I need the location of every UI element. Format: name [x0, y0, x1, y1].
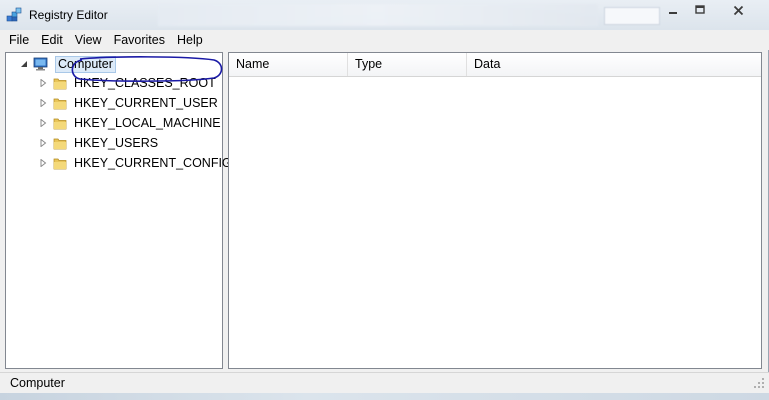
- values-list[interactable]: Name Type Data: [228, 52, 762, 369]
- background-window-blur: [158, 4, 598, 26]
- tree-item-label: HKEY_CLASSES_ROOT: [74, 76, 216, 90]
- tree-item-label: HKEY_CURRENT_CONFIG: [74, 156, 232, 170]
- background-search-blur: [604, 7, 660, 25]
- folder-icon: [53, 118, 67, 130]
- list-header: Name Type Data: [229, 53, 761, 77]
- tree-item-hkey-current-config[interactable]: HKEY_CURRENT_CONFIG: [38, 153, 232, 173]
- menu-edit[interactable]: Edit: [35, 30, 69, 50]
- close-button[interactable]: [718, 1, 758, 19]
- tree-expander[interactable]: [38, 118, 48, 128]
- tree-expander[interactable]: [38, 98, 48, 108]
- tree-item-hkey-local-machine[interactable]: HKEY_LOCAL_MACHINE: [38, 113, 221, 133]
- status-bar: Computer: [0, 372, 769, 393]
- menu-help[interactable]: Help: [171, 30, 209, 50]
- window-title: Registry Editor: [29, 8, 108, 22]
- folder-icon: [53, 158, 67, 170]
- menu-view[interactable]: View: [69, 30, 108, 50]
- tree-expander[interactable]: [38, 138, 48, 148]
- maximize-button[interactable]: [687, 1, 713, 19]
- tree-item-hkey-classes-root[interactable]: HKEY_CLASSES_ROOT: [38, 73, 216, 93]
- tree-item-hkey-current-user[interactable]: HKEY_CURRENT_USER: [38, 93, 218, 113]
- column-header-type[interactable]: Type: [348, 53, 467, 76]
- window-bottom-edge: [0, 393, 769, 400]
- tree-expander[interactable]: [19, 59, 29, 69]
- tree-item-label: HKEY_LOCAL_MACHINE: [74, 116, 221, 130]
- status-path: Computer: [10, 376, 65, 390]
- folder-icon: [53, 98, 67, 110]
- folder-icon: [53, 138, 67, 150]
- collapsed-triangle-icon: [40, 139, 47, 147]
- minimize-button[interactable]: [660, 1, 686, 19]
- collapsed-triangle-icon: [40, 79, 47, 87]
- collapsed-triangle-icon: [40, 99, 47, 107]
- maximize-icon: [695, 5, 705, 14]
- tree-item-label: HKEY_CURRENT_USER: [74, 96, 218, 110]
- registry-editor-window: Registry Editor File Edit View Favorites…: [0, 0, 769, 400]
- tree-item-computer[interactable]: Computer: [19, 54, 116, 74]
- menu-file[interactable]: File: [0, 30, 35, 50]
- registry-tree[interactable]: Computer HKEY_CLASSES_ROOT HKEY_CURRENT_…: [5, 52, 232, 369]
- collapsed-triangle-icon: [40, 159, 47, 167]
- title-bar[interactable]: Registry Editor: [0, 0, 769, 30]
- tree-item-hkey-users[interactable]: HKEY_USERS: [38, 133, 158, 153]
- tree-expander[interactable]: [38, 158, 48, 168]
- tree-item-label: HKEY_USERS: [74, 136, 159, 150]
- column-header-name[interactable]: Name: [229, 53, 348, 76]
- menu-bar: File Edit View Favorites Help: [0, 30, 769, 50]
- resize-grip-icon[interactable]: [753, 377, 765, 389]
- minimize-icon: [669, 12, 677, 14]
- collapsed-triangle-icon: [40, 119, 47, 127]
- menu-favorites[interactable]: Favorites: [108, 30, 171, 50]
- close-icon: [733, 5, 743, 15]
- registry-editor-icon: [6, 7, 22, 22]
- expanded-triangle-icon: [21, 61, 27, 67]
- column-header-data[interactable]: Data: [467, 53, 761, 76]
- tree-item-label: Computer: [55, 55, 116, 73]
- computer-icon: [33, 57, 48, 71]
- folder-icon: [53, 78, 67, 90]
- tree-expander[interactable]: [38, 78, 48, 88]
